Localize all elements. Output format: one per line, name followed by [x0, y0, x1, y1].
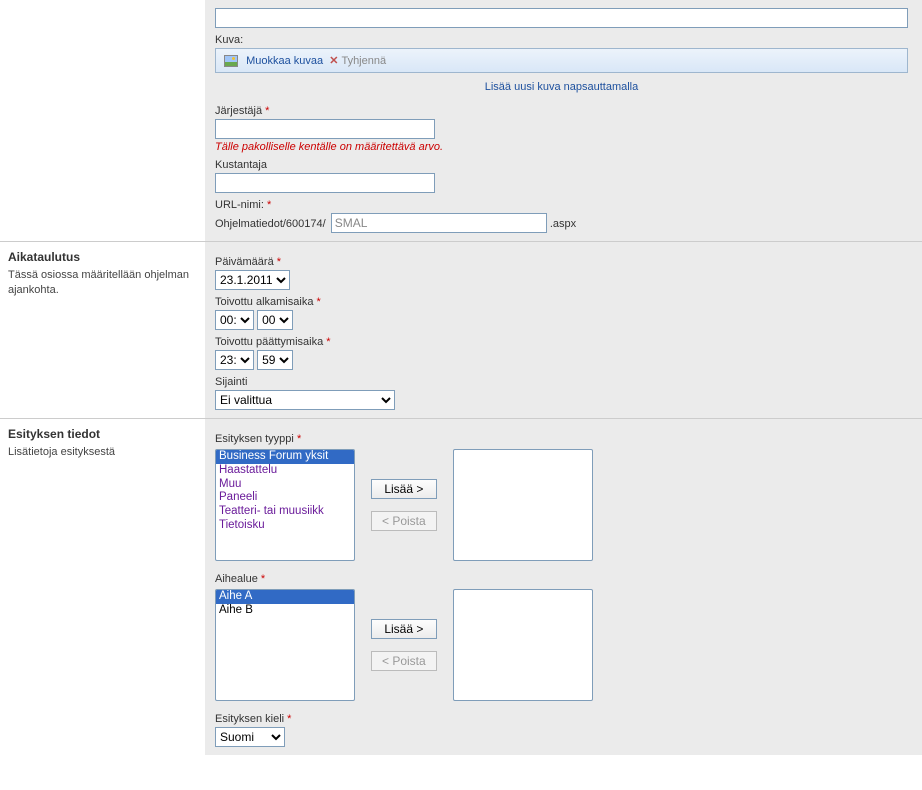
start-min-select[interactable]: 00 — [257, 310, 293, 330]
location-select[interactable]: Ei valittua — [215, 390, 395, 410]
start-hour-select[interactable]: 00: — [215, 310, 254, 330]
url-suffix: .aspx — [550, 218, 576, 230]
topic-source-list[interactable]: Aihe A Aihe B — [215, 589, 355, 701]
topic-remove-button[interactable]: < Poista — [371, 651, 437, 671]
date-label: Päivämäärä * — [215, 256, 908, 268]
type-source-list[interactable]: Business Forum yksit Haastattelu Muu Pan… — [215, 449, 355, 561]
image-label: Kuva: — [215, 34, 908, 46]
lang-select[interactable]: Suomi — [215, 727, 285, 747]
scheduling-title: Aikataulutus — [8, 250, 195, 264]
type-remove-button[interactable]: < Poista — [371, 511, 437, 531]
end-time-label: Toivottu päättymisaika * — [215, 336, 908, 348]
publisher-input[interactable] — [215, 173, 435, 193]
edit-image-link[interactable]: Muokkaa kuvaa — [246, 55, 323, 67]
organizer-input[interactable] — [215, 119, 435, 139]
organizer-error: Tälle pakolliselle kentälle on määritett… — [215, 141, 908, 153]
publisher-label: Kustantaja — [215, 159, 908, 171]
topic-add-button[interactable]: Lisää > — [371, 619, 437, 639]
type-label: Esityksen tyyppi * — [215, 433, 908, 445]
lang-label: Esityksen kieli * — [215, 713, 908, 725]
location-label: Sijainti — [215, 376, 908, 388]
clear-image-link[interactable]: Tyhjennä — [341, 55, 386, 67]
empty-left — [0, 0, 205, 241]
topic-target-list[interactable] — [453, 589, 593, 701]
date-select[interactable]: 23.1.2011 — [215, 270, 290, 290]
start-time-label: Toivottu alkamisaika * — [215, 296, 908, 308]
clear-icon: ✕ — [329, 55, 338, 67]
image-edit-box: Muokkaa kuvaa ✕Tyhjennä — [215, 48, 908, 73]
url-input[interactable] — [331, 213, 547, 233]
content-frame[interactable] — [215, 8, 908, 28]
presentation-desc: Lisätietoja esityksestä — [8, 445, 195, 460]
url-label: URL-nimi: * — [215, 199, 908, 211]
presentation-title: Esityksen tiedot — [8, 427, 195, 441]
organizer-label: Järjestäjä * — [215, 105, 908, 117]
add-image-link[interactable]: Lisää uusi kuva napsauttamalla — [485, 81, 638, 93]
end-min-select[interactable]: 59 — [257, 350, 293, 370]
image-icon — [224, 55, 238, 67]
topic-label: Aihealue * — [215, 573, 908, 585]
type-add-button[interactable]: Lisää > — [371, 479, 437, 499]
end-hour-select[interactable]: 23: — [215, 350, 254, 370]
scheduling-desc: Tässä osiossa määritellään ohjelman ajan… — [8, 268, 195, 298]
url-prefix: Ohjelmatiedot/600174/ — [215, 218, 326, 230]
type-target-list[interactable] — [453, 449, 593, 561]
